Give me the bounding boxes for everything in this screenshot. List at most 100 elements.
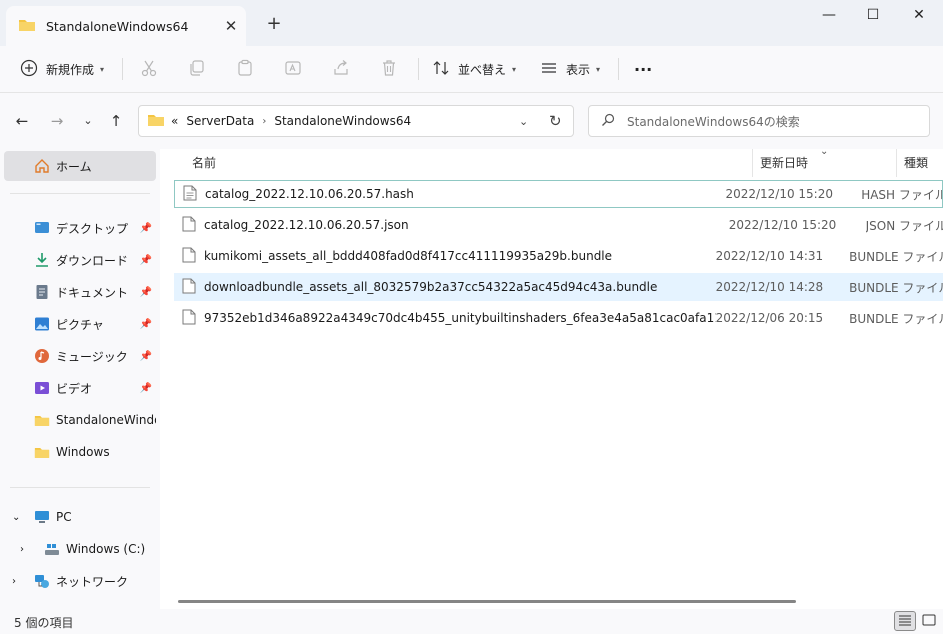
network-icon — [34, 573, 50, 589]
navigation-pane: ホーム デスクトップ 📌 ダウンロード 📌 ドキュメント 📌 ピクチャ 📌 ミュ — [0, 149, 160, 609]
cut-button[interactable] — [140, 54, 158, 84]
share-button[interactable] — [332, 54, 350, 84]
new-button[interactable]: 新規作成 ▾ — [20, 54, 104, 84]
rename-button[interactable] — [284, 54, 302, 84]
file-name: 97352eb1d346a8922a4349c70dc4b455_unitybu… — [204, 311, 716, 325]
title-bar: StandaloneWindows64 ✕ + — ☐ ✕ — [0, 0, 943, 46]
picture-icon — [34, 316, 50, 332]
sidebar-item-label: ドキュメント — [56, 285, 129, 300]
tiles-view-button[interactable] — [918, 611, 940, 631]
address-bar[interactable]: « ServerData › StandaloneWindows64 ⌄ ↻ — [138, 105, 574, 137]
table-row[interactable]: catalog_2022.12.10.06.20.57.json 2022/12… — [174, 211, 943, 239]
up-button[interactable]: ↑ — [104, 109, 128, 133]
tiles-view-icon — [922, 614, 936, 629]
table-row[interactable]: catalog_2022.12.10.06.20.57.hash 2022/12… — [174, 180, 943, 208]
desktop-icon — [34, 220, 50, 236]
toolbar-divider — [618, 58, 619, 80]
file-name: downloadbundle_assets_all_8032579b2a37cc… — [204, 280, 658, 294]
chevron-down-icon[interactable]: ⌄ — [12, 512, 24, 523]
chevron-down-icon[interactable]: ⌄ — [519, 115, 528, 128]
list-view-icon — [540, 59, 558, 80]
rename-icon — [284, 59, 302, 80]
sort-button[interactable]: 並べ替え ▾ — [432, 54, 516, 84]
chevron-right-icon[interactable]: › — [20, 544, 32, 555]
tab-current[interactable]: StandaloneWindows64 ✕ — [6, 6, 246, 46]
sidebar-divider — [10, 487, 150, 488]
pin-icon[interactable]: 📌 — [140, 319, 152, 330]
recent-locations-button[interactable]: ⌄ — [76, 109, 100, 133]
sidebar-item-pictures[interactable]: ピクチャ 📌 — [4, 309, 156, 339]
new-button-label: 新規作成 — [46, 62, 95, 77]
file-type: BUNDLE ファイル — [849, 280, 943, 295]
breadcrumb-overflow[interactable]: « — [171, 114, 178, 128]
chevron-down-icon: ▾ — [100, 64, 105, 74]
sidebar-item-pc[interactable]: ⌄ PC — [4, 502, 156, 532]
column-header-name[interactable]: 名前 — [192, 149, 216, 177]
refresh-icon[interactable]: ↻ — [549, 112, 562, 130]
table-row[interactable]: kumikomi_assets_all_bddd408fad0d8f417cc4… — [174, 242, 943, 270]
sidebar-item-windows[interactable]: Windows — [4, 437, 156, 467]
new-tab-button[interactable]: + — [262, 12, 286, 36]
sidebar-item-label: ホーム — [56, 159, 92, 174]
paste-button[interactable] — [236, 54, 254, 84]
column-header-type[interactable]: 種類 — [904, 149, 928, 177]
sidebar-item-standalonewindows64[interactable]: StandaloneWindows64 — [4, 405, 156, 435]
file-type: BUNDLE ファイル — [849, 249, 943, 264]
file-name: catalog_2022.12.10.06.20.57.hash — [205, 187, 414, 201]
folder-icon — [18, 18, 36, 35]
pin-icon[interactable]: 📌 — [140, 223, 152, 234]
file-name: kumikomi_assets_all_bddd408fad0d8f417cc4… — [204, 249, 613, 263]
file-icon — [182, 278, 196, 297]
details-view-icon — [898, 614, 912, 629]
minimize-button[interactable]: — — [806, 0, 852, 32]
column-divider[interactable] — [752, 149, 753, 177]
sidebar-item-network[interactable]: › ネットワーク — [4, 566, 156, 596]
tab-close-button[interactable]: ✕ — [216, 17, 246, 35]
pin-icon[interactable]: 📌 — [140, 255, 152, 266]
view-button[interactable]: 表示 ▾ — [540, 54, 600, 84]
toolbar-divider — [122, 58, 123, 80]
sort-button-label: 並べ替え — [458, 62, 507, 77]
search-box[interactable]: StandaloneWindows64の検索 — [588, 105, 930, 137]
column-header-date[interactable]: 更新日時 — [760, 149, 808, 177]
tab-title: StandaloneWindows64 — [46, 18, 189, 34]
copy-button[interactable] — [188, 54, 206, 84]
sidebar-item-videos[interactable]: ビデオ 📌 — [4, 373, 156, 403]
chevron-right-icon[interactable]: › — [12, 576, 24, 587]
sidebar-item-downloads[interactable]: ダウンロード 📌 — [4, 245, 156, 275]
sort-icon — [432, 59, 450, 80]
view-button-label: 表示 — [566, 62, 591, 77]
sidebar-item-documents[interactable]: ドキュメント 📌 — [4, 277, 156, 307]
horizontal-scrollbar[interactable] — [178, 600, 796, 603]
breadcrumb-current[interactable]: StandaloneWindows64 — [274, 114, 411, 128]
arrow-right-icon: → — [50, 112, 64, 130]
file-type: BUNDLE ファイル — [849, 311, 943, 326]
sidebar-item-label: PC — [56, 510, 72, 524]
details-view-button[interactable] — [894, 611, 916, 631]
pin-icon[interactable]: 📌 — [140, 287, 152, 298]
share-icon — [332, 59, 350, 80]
pin-icon[interactable]: 📌 — [140, 351, 152, 362]
forward-button[interactable]: → — [45, 109, 69, 133]
arrow-up-icon: ↑ — [109, 112, 123, 130]
table-row[interactable]: 97352eb1d346a8922a4349c70dc4b455_unitybu… — [174, 304, 943, 332]
breadcrumb-serverdata[interactable]: ServerData — [186, 114, 254, 128]
close-button[interactable]: ✕ — [896, 0, 942, 32]
copy-icon — [188, 59, 206, 80]
delete-button[interactable] — [380, 54, 398, 84]
sidebar-item-music[interactable]: ミュージック 📌 — [4, 341, 156, 371]
breadcrumb-separator-icon[interactable]: › — [262, 116, 266, 127]
table-row[interactable]: downloadbundle_assets_all_8032579b2a37cc… — [174, 273, 943, 301]
back-button[interactable]: ← — [10, 109, 34, 133]
sidebar-item-home[interactable]: ホーム — [4, 151, 156, 181]
folder-icon — [34, 412, 50, 428]
column-divider[interactable] — [896, 149, 897, 177]
maximize-button[interactable]: ☐ — [850, 0, 896, 32]
more-options-button[interactable]: ··· — [634, 54, 652, 84]
file-date: 2022/12/10 15:20 — [728, 218, 837, 232]
scissors-icon — [140, 59, 158, 80]
sidebar-item-desktop[interactable]: デスクトップ 📌 — [4, 213, 156, 243]
pin-icon[interactable]: 📌 — [140, 383, 152, 394]
file-icon — [182, 247, 196, 266]
sidebar-item-drive-c[interactable]: › Windows (C:) — [4, 534, 156, 564]
